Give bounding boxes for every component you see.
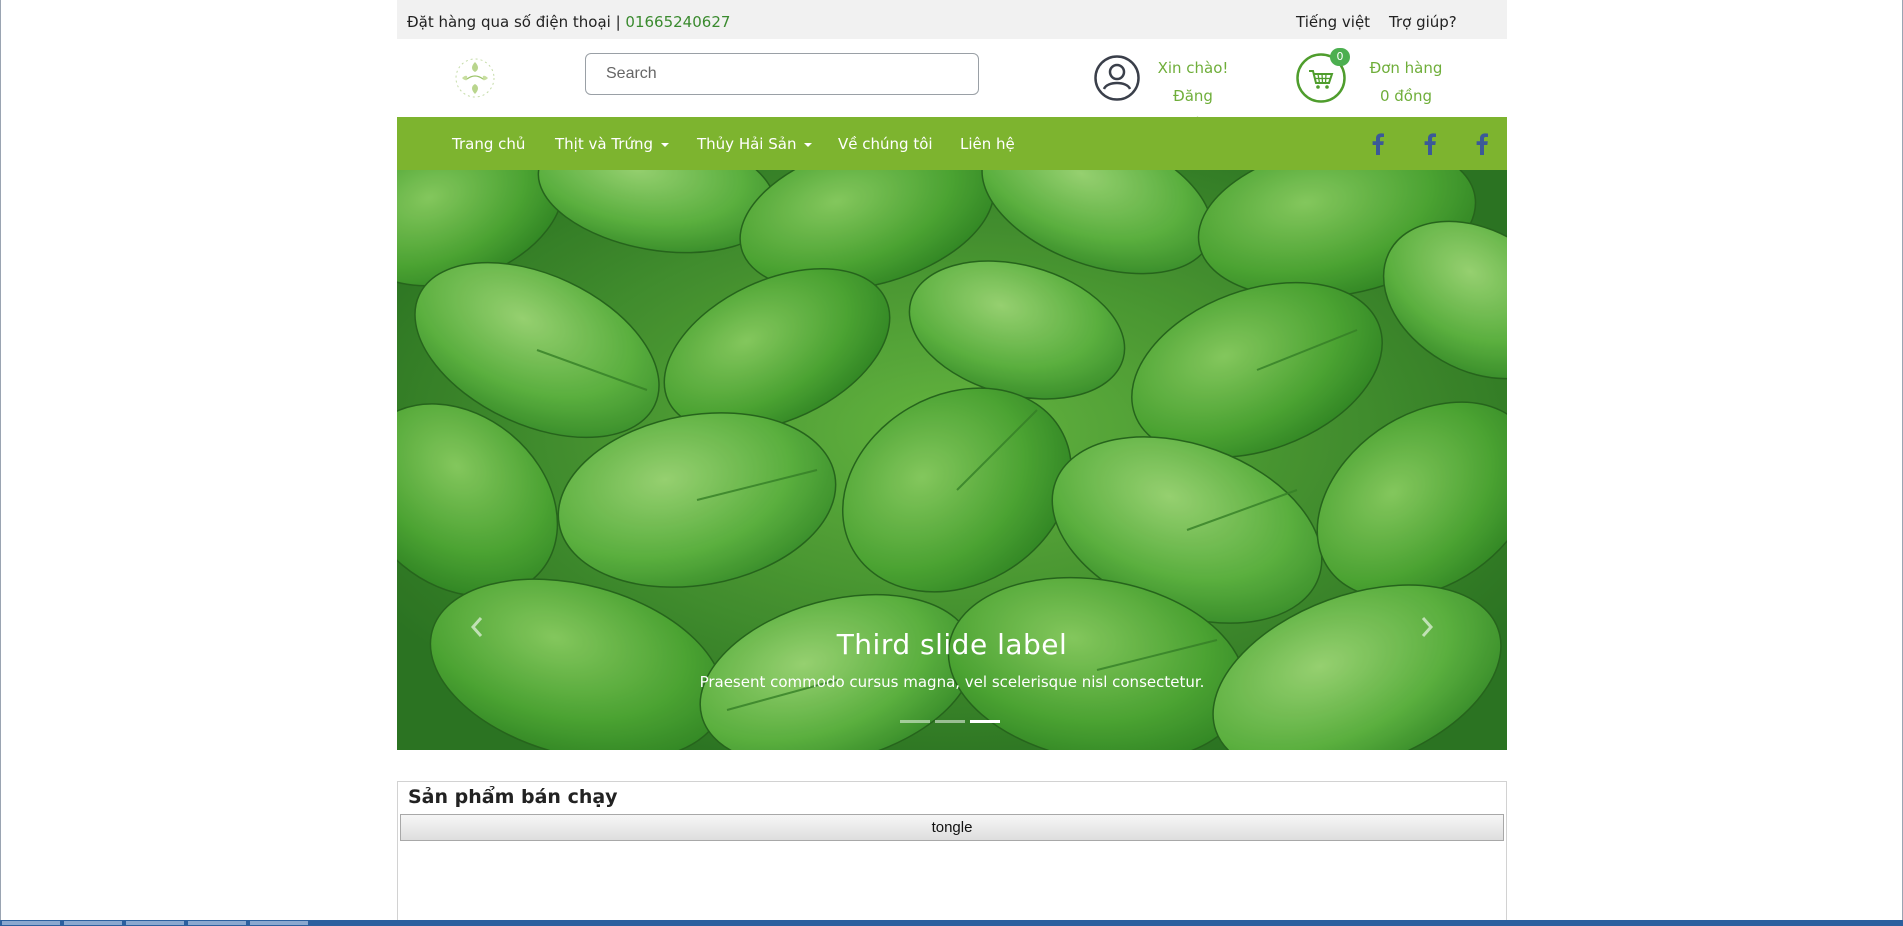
toggle-button[interactable]: tongle	[400, 814, 1504, 841]
order-by-phone: Đặt hàng qua số điện thoại | 01665240627	[407, 0, 730, 44]
slide-caption-text: Praesent commodo cursus magna, vel scele…	[699, 673, 1205, 691]
order-label: Đặt hàng qua số điện thoại |	[407, 13, 626, 31]
nav-item-label: Thủy Hải Sản	[697, 135, 797, 153]
carousel-indicator-2[interactable]	[935, 720, 965, 723]
taskbar-item[interactable]	[250, 921, 308, 925]
user-avatar-icon[interactable]	[1094, 55, 1140, 101]
help-link[interactable]: Trợ giúp?	[1389, 0, 1457, 44]
taskbar-item[interactable]	[64, 921, 122, 925]
facebook-icon[interactable]	[1423, 133, 1437, 155]
facebook-icon[interactable]	[1371, 133, 1385, 155]
window-border-left	[0, 0, 1, 926]
nav-item-seafood[interactable]: Thủy Hải Sản	[697, 117, 813, 171]
taskbar-item[interactable]	[2, 921, 60, 925]
orders-block[interactable]: Đơn hàng 0 đồng	[1361, 54, 1451, 110]
carousel-indicators	[900, 720, 1005, 723]
taskbar-item[interactable]	[188, 921, 246, 925]
nav-item-about[interactable]: Về chúng tôi	[838, 117, 933, 171]
site-logo[interactable]	[453, 56, 497, 100]
search-box	[585, 53, 979, 95]
cart-count-badge: 0	[1330, 48, 1350, 66]
slide-image-leaves	[397, 170, 1507, 750]
carousel-indicator-3[interactable]	[970, 720, 1000, 723]
nav-item-meat-eggs[interactable]: Thịt và Trứng	[555, 117, 669, 171]
caret-down-icon	[660, 142, 669, 147]
logo-icon	[455, 58, 495, 98]
search-input[interactable]	[586, 54, 978, 94]
nav-item-label: Liên hệ	[960, 135, 1015, 153]
nav-item-label: Thịt và Trứng	[555, 135, 653, 153]
taskbar-strip	[0, 920, 1903, 926]
nav-item-contact[interactable]: Liên hệ	[960, 117, 1015, 171]
nav-item-label: Trang chủ	[452, 135, 526, 153]
best-sellers-title: Sản phẩm bán chạy	[408, 786, 618, 808]
phone-number-link[interactable]: 01665240627	[625, 13, 730, 31]
orders-label: Đơn hàng	[1369, 59, 1443, 77]
nav-item-label: Về chúng tôi	[838, 135, 933, 153]
carousel-indicator-1[interactable]	[900, 720, 930, 723]
page-container: Đặt hàng qua số điện thoại | 01665240627…	[397, 0, 1507, 926]
greeting-text: Xin chào!	[1157, 59, 1229, 77]
nav-item-home[interactable]: Trang chủ	[452, 117, 525, 171]
facebook-icon[interactable]	[1475, 133, 1489, 155]
main-navigation: Trang chủ Thịt và Trứng Thủy Hải Sản Về …	[397, 117, 1507, 170]
slide-caption-title: Third slide label	[836, 628, 1068, 661]
top-bar: Đặt hàng qua số điện thoại | 01665240627…	[397, 0, 1507, 39]
best-sellers-panel: Sản phẩm bán chạy tongle	[397, 781, 1507, 926]
orders-total: 0 đồng	[1379, 87, 1433, 105]
taskbar-item[interactable]	[126, 921, 184, 925]
language-selector[interactable]: Tiếng việt	[1296, 0, 1370, 44]
hero-carousel: Third slide label Praesent commodo cursu…	[397, 170, 1507, 750]
caret-down-icon	[804, 142, 813, 147]
